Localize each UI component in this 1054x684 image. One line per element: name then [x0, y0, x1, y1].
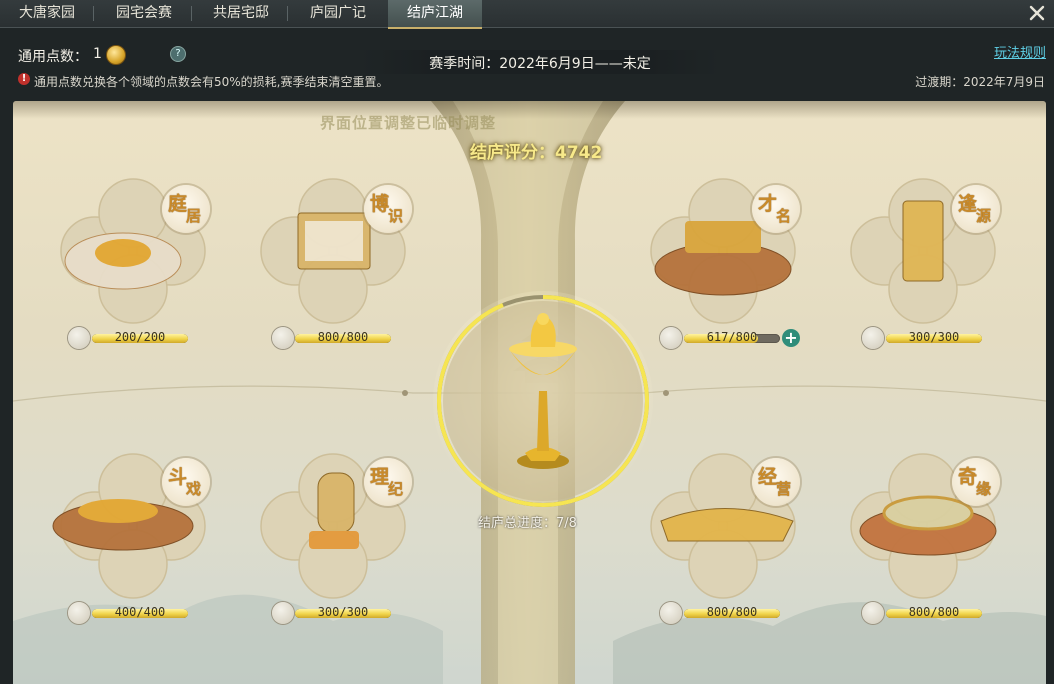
slot-seal-2[interactable]: 博识	[364, 185, 412, 233]
progress-text: 617/800	[706, 330, 758, 344]
slot-progress-bar: 800/800	[886, 605, 982, 619]
progress-text: 200/200	[114, 330, 166, 344]
jielu-score: 结庐评分：4742	[470, 143, 603, 163]
slot-seal-5[interactable]: 斗戏	[162, 458, 210, 506]
scroll-icon	[68, 602, 90, 624]
slot-progress-bar: 300/300	[295, 605, 391, 619]
progress-text: 400/400	[114, 605, 166, 619]
seal-char: 经	[758, 466, 778, 488]
warning-text: 通用点数兑换各个领域的点数会有50%的损耗,赛季结束清空重置。	[34, 75, 389, 89]
slot-seal-4[interactable]: 逢源	[952, 185, 1000, 233]
points-value: 1	[93, 46, 102, 62]
panel-top-shadow	[13, 101, 1046, 119]
jade-icon	[272, 602, 294, 624]
coin-icon	[106, 45, 126, 65]
transition-date: 过渡期：2022年7月9日	[915, 75, 1045, 89]
seal-char: 庭	[168, 193, 188, 215]
slot-progress-bar: 617/800	[684, 330, 780, 344]
slot-seal-1[interactable]: 庭居	[162, 185, 210, 233]
book-icon	[272, 327, 294, 349]
warning-icon: !	[18, 73, 30, 85]
seal-char: 缘	[976, 480, 992, 498]
progress-text: 800/800	[908, 605, 960, 619]
slot-seal-3[interactable]: 才名	[752, 185, 800, 233]
progress-text: 300/300	[317, 605, 369, 619]
tab-jielu-jianghu[interactable]: 结庐江湖	[388, 0, 482, 29]
gift-icon	[862, 327, 884, 349]
slot-seal-6[interactable]: 理纪	[364, 458, 412, 506]
slot-seal-8[interactable]: 奇缘	[952, 458, 1000, 506]
add-points-button[interactable]: +	[782, 329, 800, 347]
seal-char: 理	[370, 466, 390, 488]
seal-char: 源	[976, 207, 992, 225]
lotus-icon	[862, 602, 884, 624]
rules-link[interactable]: 玩法规则	[994, 42, 1046, 61]
seal-char: 名	[776, 207, 792, 225]
seal-char: 营	[776, 480, 792, 498]
seal-char: 博	[370, 193, 390, 215]
tab-shared-residence[interactable]: 共居宅邸	[194, 0, 288, 27]
slot-progress-bar: 200/200	[92, 330, 188, 344]
seal-char: 斗	[168, 466, 188, 488]
slot-progress-bar: 300/300	[886, 330, 982, 344]
slot-progress-bar: 800/800	[295, 330, 391, 344]
seal-char: 戏	[186, 480, 202, 498]
tree-icon	[68, 327, 90, 349]
overlay-ghost-text: 界面位置调整已临时调整	[320, 114, 497, 132]
progress-text: 800/800	[706, 605, 758, 619]
abacus-icon	[660, 602, 682, 624]
fan-icon	[660, 327, 682, 349]
points-label: 通用点数：	[18, 49, 88, 65]
seal-char: 奇	[958, 466, 978, 488]
tab-datang-home[interactable]: 大唐家园	[0, 0, 94, 27]
season-time: 赛季时间：2022年6月9日——未定	[429, 56, 651, 72]
progress-text: 300/300	[908, 330, 960, 344]
seal-char: 纪	[388, 480, 404, 498]
tab-bar: 大唐家园 园宅会赛 共居宅邸 庐园广记 结庐江湖	[0, 0, 1054, 29]
slot-progress-bar: 800/800	[684, 605, 780, 619]
slot-progress-bar: 400/400	[92, 605, 188, 619]
seal-char: 逢	[958, 193, 978, 215]
slot-seal-7[interactable]: 经营	[752, 458, 800, 506]
seal-char: 识	[388, 207, 404, 225]
progress-text: 800/800	[317, 330, 369, 344]
help-icon[interactable]: ?	[170, 46, 186, 62]
total-progress: 结庐总进度：7/8	[478, 516, 577, 531]
close-icon[interactable]	[1026, 2, 1048, 24]
tab-garden-contest[interactable]: 园宅会赛	[96, 0, 192, 27]
seal-char: 才	[758, 193, 778, 215]
seal-char: 居	[186, 207, 202, 225]
tab-garden-records[interactable]: 庐园广记	[290, 0, 386, 27]
